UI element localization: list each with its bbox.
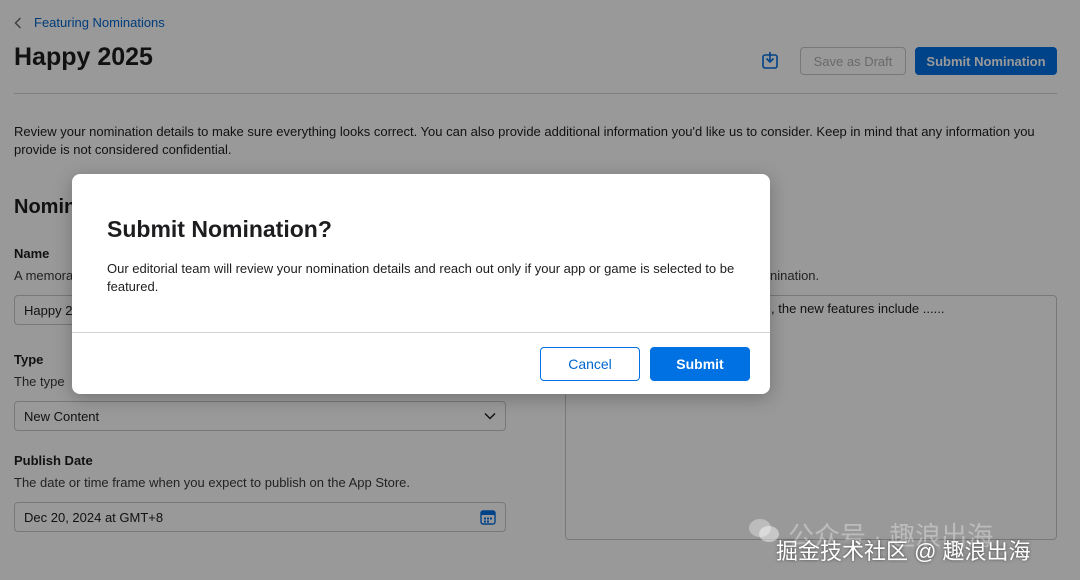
submit-button[interactable]: Submit	[650, 347, 750, 381]
dialog-body: Our editorial team will review your nomi…	[107, 261, 735, 294]
submit-confirmation-dialog: Submit Nomination? Our editorial team wi…	[72, 174, 770, 394]
cancel-button[interactable]: Cancel	[540, 347, 640, 381]
dialog-title: Submit Nomination?	[107, 216, 332, 242]
watermark-text: 掘金技术社区 @ 趣浪出海	[776, 539, 1031, 564]
dialog-divider	[72, 332, 770, 333]
